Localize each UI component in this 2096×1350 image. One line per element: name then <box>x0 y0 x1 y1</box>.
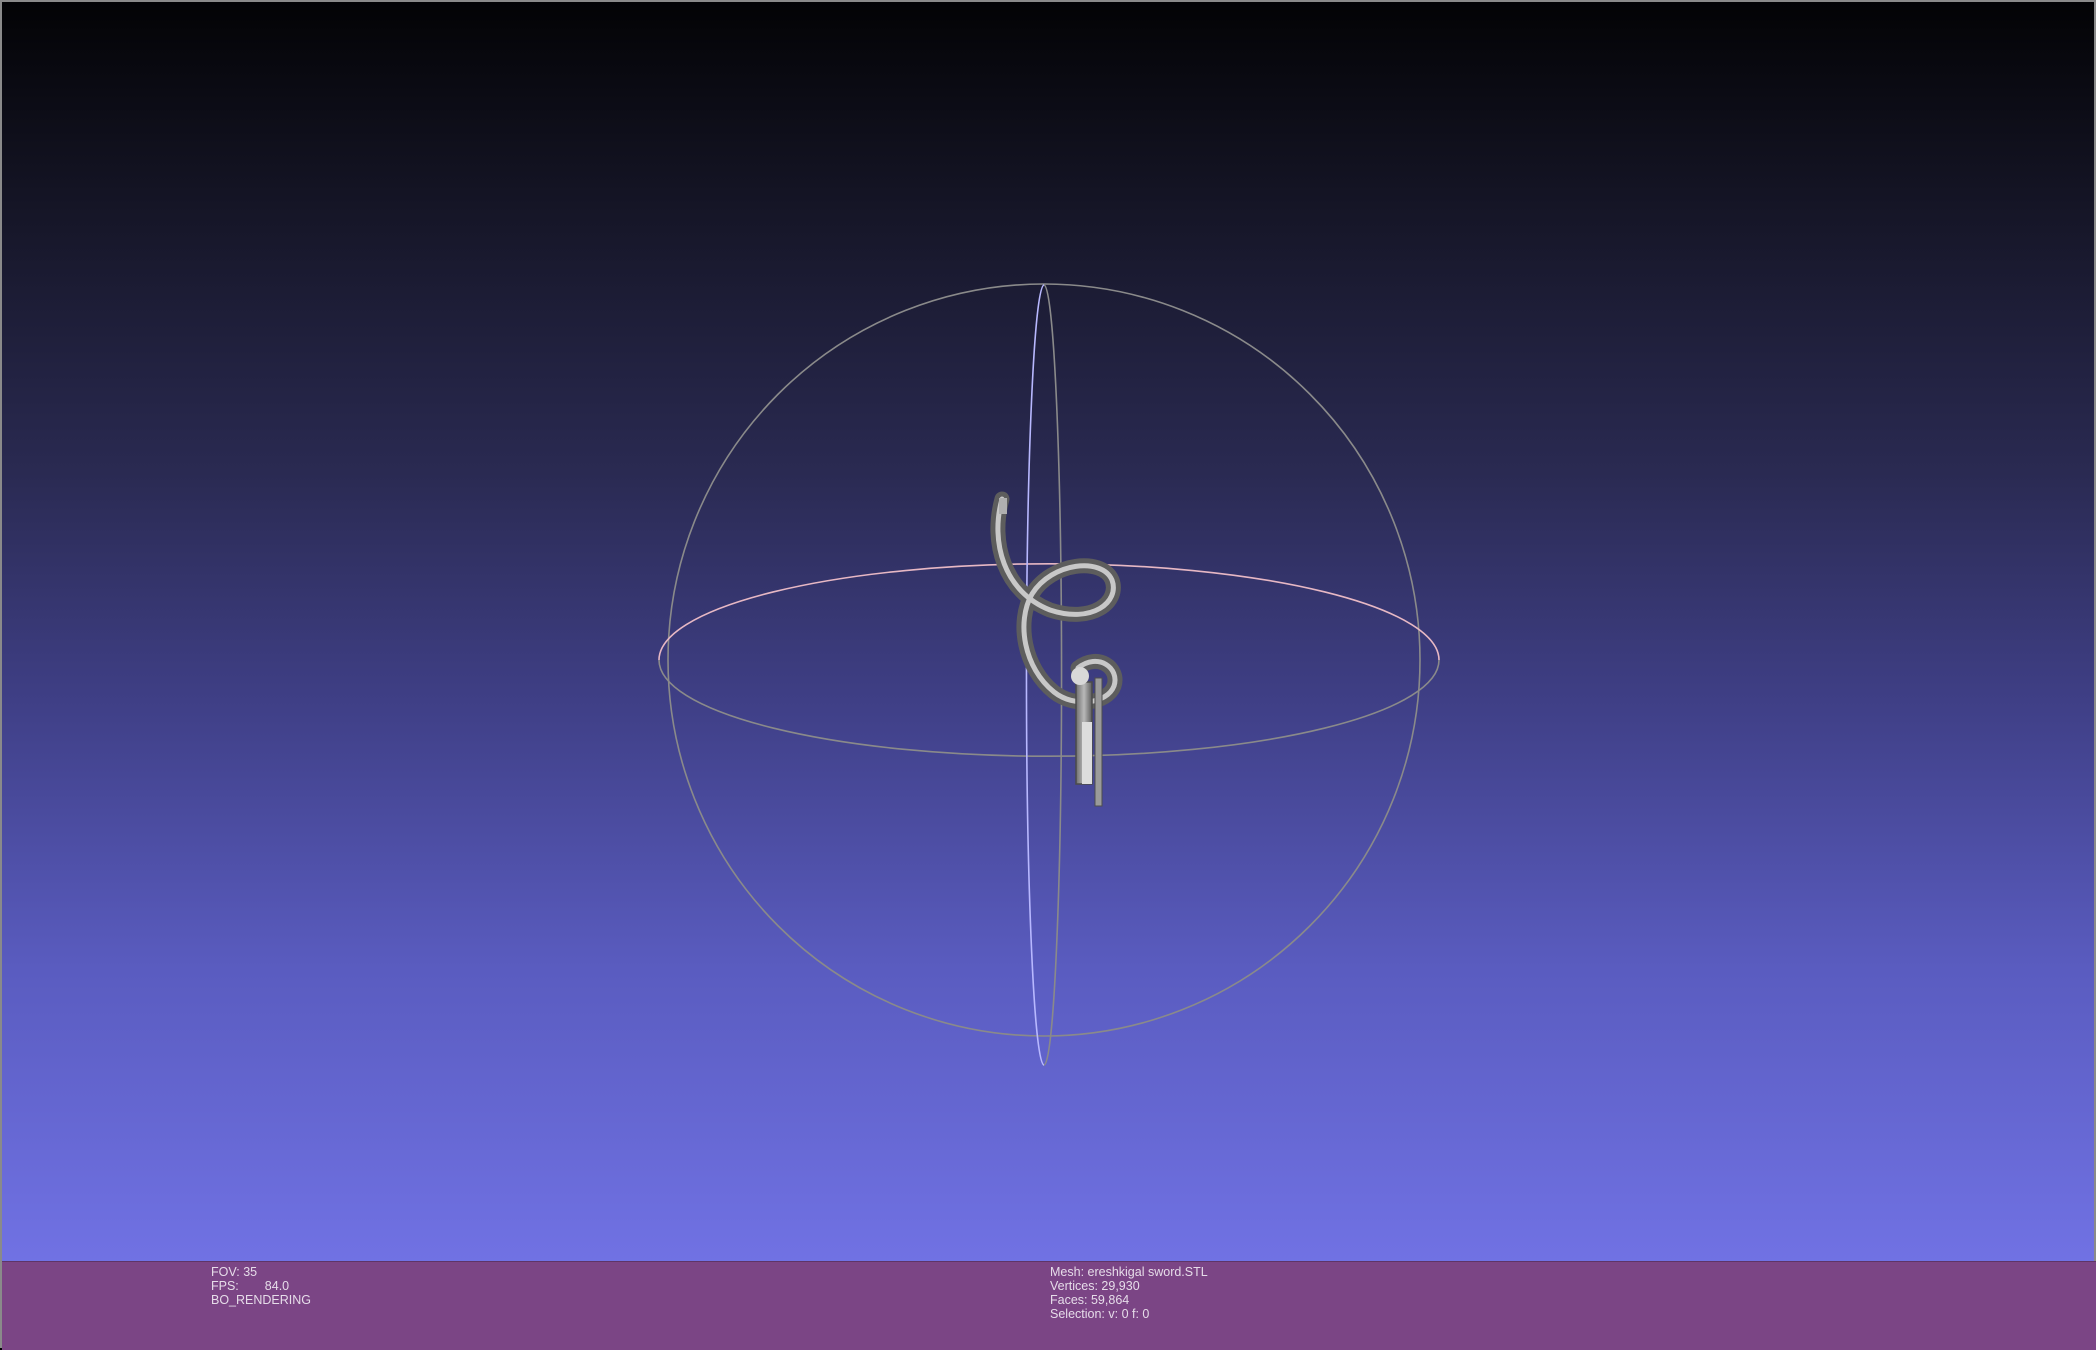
trackball-horizontal-ring-front[interactable] <box>658 659 1440 758</box>
3d-viewport[interactable]: FOV: 35 FPS: 84.0 BO_RENDERING Mesh: eres… <box>0 0 2096 1350</box>
sword-mesh[interactable] <box>990 491 1123 807</box>
mesh-name: Mesh: ereshkigal sword.STL <box>1050 1265 1208 1279</box>
render-mode: BO_RENDERING <box>211 1293 312 1307</box>
fps-label: FPS: <box>211 1279 239 1293</box>
fps-value: 84.0 <box>264 1279 290 1293</box>
fps-line: FPS: 84.0 <box>211 1279 311 1293</box>
trackball-outer-circle[interactable] <box>667 283 1421 1037</box>
upper-curl[interactable] <box>990 491 1123 710</box>
tip-block <box>999 498 1007 514</box>
pommel[interactable] <box>1071 667 1089 685</box>
selection-count: Selection: v: 0 f: 0 <box>1050 1307 1150 1321</box>
mesh-info: Mesh: ereshkigal sword.STL Vertices: 29,… <box>1050 1265 1208 1321</box>
fov-label: FOV: <box>211 1265 240 1279</box>
trackball-gizmo[interactable] <box>658 283 1440 1066</box>
fov-value: 35 <box>243 1265 258 1279</box>
handle[interactable] <box>1082 722 1092 784</box>
scene-canvas[interactable] <box>2 2 2096 1350</box>
blade-edge <box>1094 677 1103 807</box>
upper-curl-highlight <box>995 496 1118 705</box>
vertex-count: Vertices: 29,930 <box>1050 1279 1140 1293</box>
status-bar: FOV: 35 FPS: 84.0 BO_RENDERING Mesh: eres… <box>2 1261 2096 1350</box>
fov-line: FOV: 35 <box>211 1265 311 1279</box>
render-info: FOV: 35 FPS: 84.0 BO_RENDERING <box>211 1265 311 1307</box>
face-count: Faces: 59,864 <box>1050 1293 1130 1307</box>
